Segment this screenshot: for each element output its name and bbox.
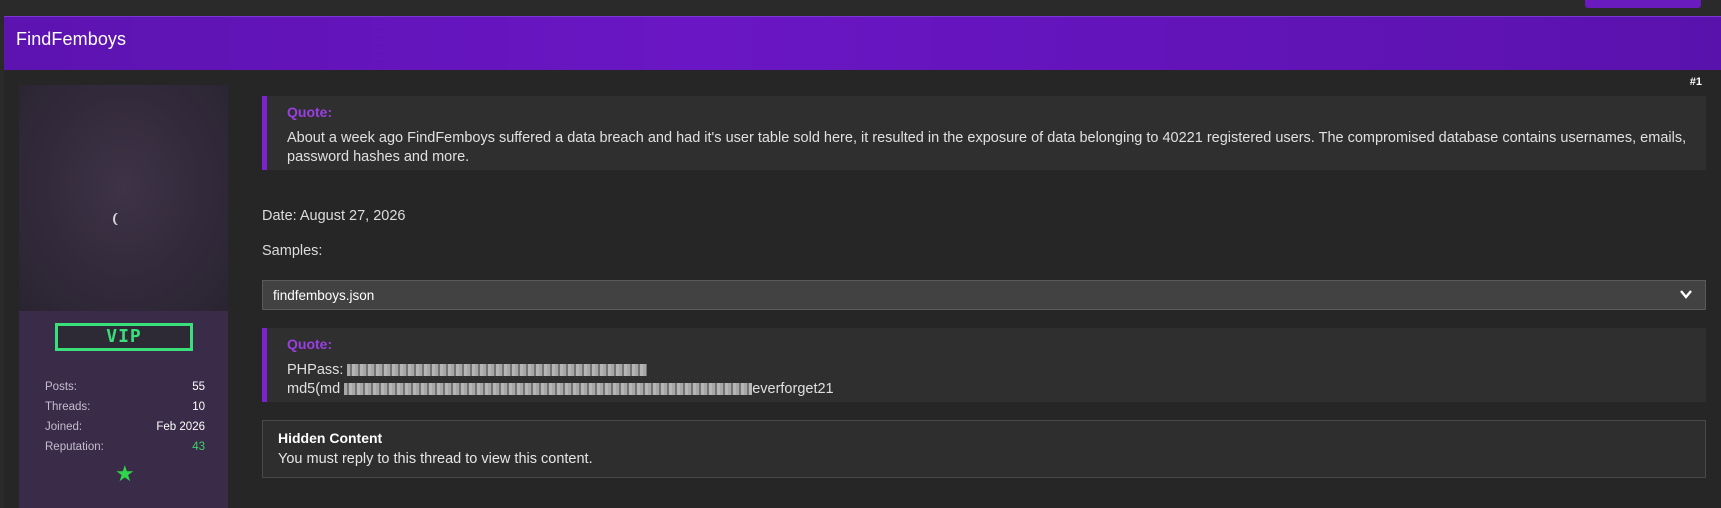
user-panel: VIP Posts: 55 Threads: 10 Joined: Feb 20… [19,85,228,508]
hash-line-2-end: everforget21 [752,381,834,397]
hidden-content-text: You must reply to this thread to view th… [278,451,593,467]
post-number-link[interactable]: #1 [1690,76,1702,88]
quote-block-hashes: Quote: PHPass: md5(md everforget21 [262,328,1706,402]
stat-row-posts: Posts: 55 [45,381,205,401]
stat-label: Reputation: [45,441,104,453]
thread-title: FindFemboys [16,29,127,49]
quote-block: Quote: About a week ago FindFemboys suff… [262,96,1706,170]
post: VIP Posts: 55 Threads: 10 Joined: Feb 20… [4,70,1721,508]
stat-label: Threads: [45,401,91,413]
avatar[interactable] [19,85,228,311]
hash-line-2: md5(md [287,381,341,397]
quote-text: PHPass: md5(md everforget21 [287,361,1667,399]
stat-value: Feb 2026 [156,421,205,433]
hidden-content-title: Hidden Content [278,430,383,446]
redacted-text [344,383,753,396]
breach-date: Date: August 27, 2026 [262,208,406,224]
stat-value: 10 [192,401,205,413]
stat-value: 55 [192,381,205,393]
samples-label: Samples: [262,243,323,259]
stat-row-reputation: Reputation: 43 [45,441,205,461]
redacted-text [347,364,648,377]
file-select-value: findfemboys.json [273,288,375,303]
stat-label: Posts: [45,381,77,393]
top-corner-button[interactable] [1585,0,1701,8]
stat-row-joined: Joined: Feb 2026 [45,421,205,441]
hidden-content-box: Hidden Content You must reply to this th… [262,420,1706,478]
stat-label: Joined: [45,421,83,433]
top-bar [0,0,1721,16]
quote-text: About a week ago FindFemboys suffered a … [287,130,1687,165]
quote-label: Quote: [287,336,333,352]
thread-header: FindFemboys [4,16,1721,70]
vip-badge: VIP [55,323,193,351]
quote-label: Quote: [287,104,333,120]
reputation-value[interactable]: 43 [192,441,205,461]
file-select[interactable]: findfemboys.json [262,280,1706,310]
chevron-down-icon [1680,290,1692,299]
user-stats: Posts: 55 Threads: 10 Joined: Feb 2026 R… [45,381,205,461]
stat-row-threads: Threads: 10 [45,401,205,421]
moon-icon [115,213,123,225]
star-icon: ★ [115,461,135,486]
hash-line-1: PHPass: [287,362,344,378]
